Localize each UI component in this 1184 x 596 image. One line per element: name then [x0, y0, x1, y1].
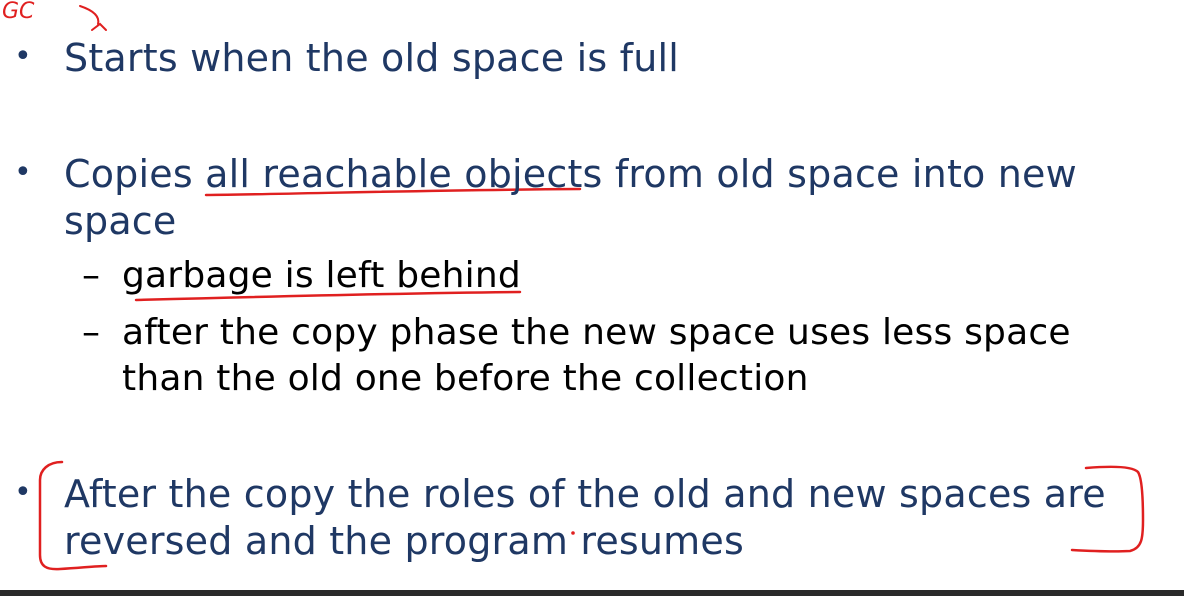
bullet-marker-3: •: [14, 475, 32, 510]
subbullet-1-text: garbage is left behind: [122, 255, 521, 296]
bullet-3-line-2: reversed and the program resumes: [64, 519, 744, 563]
subbullet-marker-1: –: [82, 255, 100, 296]
bullet-3-line-1: After the copy the roles of the old and …: [64, 472, 1106, 516]
subbullet-2-line-1: after the copy phase the new space uses …: [122, 312, 1071, 353]
bullet-2-line-1: Copies all reachable objects from old sp…: [64, 152, 1077, 196]
bullet-marker-2: •: [14, 155, 32, 190]
bullet-marker-1: •: [14, 39, 32, 74]
bullet-1-text: Starts when the old space is full: [64, 36, 680, 80]
subbullet-2-line-2: than the old one before the collection: [122, 358, 809, 399]
slide: GC • Starts when the old space is full •…: [0, 0, 1184, 596]
bottom-border-bar: [0, 590, 1184, 596]
handwritten-gc-arrow: [79, 5, 107, 31]
handwritten-gc-label: GC: [2, 0, 35, 24]
subbullet-marker-2: –: [82, 312, 100, 353]
bullet-2-line-2: space: [64, 199, 177, 243]
